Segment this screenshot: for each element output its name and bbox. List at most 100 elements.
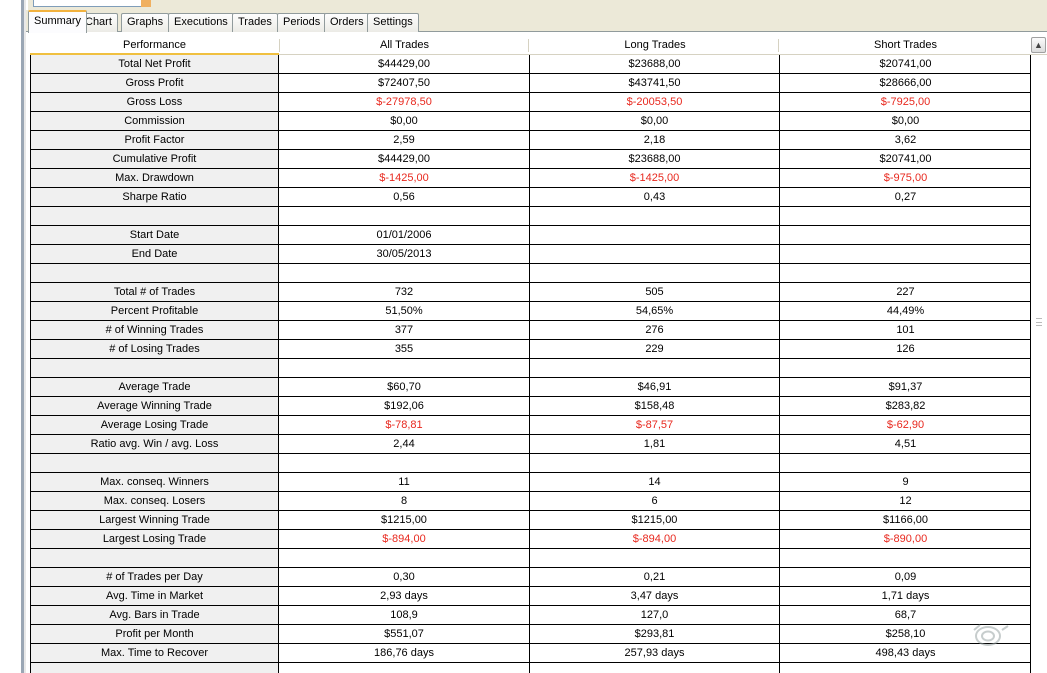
tab-orders[interactable]: Orders xyxy=(324,13,370,32)
row-label: Largest Losing Trade xyxy=(30,530,279,548)
cell-short-trades xyxy=(780,359,1031,377)
cell-short-trades: 1,71 days xyxy=(881,590,930,602)
scrollbar-grip[interactable] xyxy=(1036,318,1042,326)
row-label: End Date xyxy=(30,245,279,263)
row-label xyxy=(30,663,279,673)
top-field-button[interactable] xyxy=(141,0,151,7)
table-row[interactable]: Percent Profitable 51,50% 54,65% 44,49% xyxy=(30,302,1031,321)
table-row[interactable]: Commission $0,00 $0,00 $0,00 xyxy=(30,112,1031,131)
table-row[interactable]: Gross Loss $-27978,50 $-20053,50 $-7925,00 xyxy=(30,93,1031,112)
table-row[interactable]: Total Net Profit $44429,00 $23688,00 $20741… xyxy=(30,55,1031,74)
column-header-all-trades[interactable]: All Trades xyxy=(279,36,530,55)
cell-all-trades: 732 xyxy=(279,283,530,301)
table-row[interactable]: Avg. Bars in Trade 108,9 127,0 68,7 xyxy=(30,606,1031,625)
cell-all-trades: 2,93 days xyxy=(279,587,530,605)
table-row[interactable] xyxy=(30,264,1031,283)
cell-short-trades xyxy=(780,245,1031,263)
cell-long-trades: $0,00 xyxy=(530,112,780,130)
column-separator[interactable] xyxy=(778,39,779,52)
cell-all-trades: 377 xyxy=(279,321,530,339)
cell-short-trades: $91,37 xyxy=(888,381,923,393)
cell-short-trades xyxy=(780,454,1031,472)
performance-table: Total Net Profit $44429,00 $23688,00 $20741… xyxy=(30,55,1031,673)
table-row[interactable]: Largest Winning Trade $1215,00 $1215,00 $11… xyxy=(30,511,1031,530)
table-row[interactable]: Average Winning Trade $192,06 $158,48 $283,… xyxy=(30,397,1031,416)
table-row[interactable]: Gross Profit $72407,50 $43741,50 $28666,00 xyxy=(30,74,1031,93)
cell-short-trades: $283,82 xyxy=(885,400,926,412)
row-label: Sharpe Ratio xyxy=(30,188,279,206)
row-label: Average Trade xyxy=(30,378,279,396)
cell-all-trades: $44429,00 xyxy=(279,55,530,73)
tab-settings[interactable]: Settings xyxy=(367,13,419,32)
table-row[interactable]: # of Losing Trades 355 229 126 xyxy=(30,340,1031,359)
cell-long-trades xyxy=(530,264,780,282)
table-row[interactable]: Avg. Time in Market 2,93 days 3,47 days 1,7… xyxy=(30,587,1031,606)
table-row[interactable]: Total # of Trades 732 505 227 xyxy=(30,283,1031,302)
row-label: Total Net Profit xyxy=(30,55,279,73)
cell-long-trades: $43741,50 xyxy=(530,74,780,92)
tab-graphs[interactable]: Graphs xyxy=(121,13,170,32)
column-header-long-trades[interactable]: Long Trades xyxy=(530,36,780,55)
chevron-up-icon[interactable]: ▲ xyxy=(1031,37,1046,53)
row-label: Max. Time to Recover xyxy=(30,644,279,662)
cell-long-trades: 0,21 xyxy=(530,568,780,586)
table-row[interactable]: Profit per Month $551,07 $293,81 $258,10 xyxy=(30,625,1031,644)
tab-summary[interactable]: Summary xyxy=(28,10,88,33)
table-row[interactable] xyxy=(30,454,1031,473)
cell-all-trades: $-1425,00 xyxy=(279,169,530,187)
row-label: Gross Profit xyxy=(30,74,279,92)
cell-all-trades: 8 xyxy=(279,492,530,510)
table-row[interactable]: Cumulative Profit $44429,00 $23688,00 $2074… xyxy=(30,150,1031,169)
cell-all-trades: $-894,00 xyxy=(279,530,530,548)
cell-short-trades: $-890,00 xyxy=(883,533,928,545)
table-row[interactable]: Max. conseq. Winners 11 14 9 xyxy=(30,473,1031,492)
top-field[interactable] xyxy=(33,0,143,7)
table-row[interactable]: Average Trade $60,70 $46,91 $91,37 xyxy=(30,378,1031,397)
column-separator[interactable] xyxy=(528,39,529,52)
tab-trades[interactable]: Trades xyxy=(232,13,278,32)
cell-all-trades: $0,00 xyxy=(279,112,530,130)
cell-long-trades xyxy=(530,207,780,225)
table-row[interactable]: Largest Losing Trade $-894,00 $-894,00 $-89… xyxy=(30,530,1031,549)
table-row[interactable]: # of Winning Trades 377 276 101 xyxy=(30,321,1031,340)
table-row[interactable]: Profit Factor 2,59 2,18 3,62 xyxy=(30,131,1031,150)
table-row[interactable]: Max. conseq. Losers 8 6 12 xyxy=(30,492,1031,511)
cell-long-trades: 14 xyxy=(530,473,780,491)
cell-all-trades: 2,59 xyxy=(279,131,530,149)
row-label: Percent Profitable xyxy=(30,302,279,320)
table-row[interactable]: Max. Time to Recover 186,76 days 257,93 da… xyxy=(30,644,1031,663)
table-row[interactable]: Max. Drawdown $-1425,00 $-1425,00 $-975,00 xyxy=(30,169,1031,188)
column-header-short-trades[interactable]: Short Trades xyxy=(780,36,1031,55)
cell-short-trades: $20741,00 xyxy=(879,153,932,165)
cell-short-trades: $20741,00 xyxy=(879,58,932,70)
row-label: # of Trades per Day xyxy=(30,568,279,586)
table-row[interactable]: Ratio avg. Win / avg. Loss 2,44 1,81 4,51 xyxy=(30,435,1031,454)
table-row[interactable] xyxy=(30,549,1031,568)
cell-all-trades xyxy=(279,264,530,282)
table-row[interactable]: End Date 30/05/2013 xyxy=(30,245,1031,264)
tab-executions[interactable]: Executions xyxy=(168,13,234,32)
row-label: Profit Factor xyxy=(30,131,279,149)
cell-all-trades: 01/01/2006 xyxy=(279,226,530,244)
tab-periods[interactable]: Periods xyxy=(277,13,327,32)
cell-all-trades: 0,30 xyxy=(279,568,530,586)
row-label: Avg. Time in Market xyxy=(30,587,279,605)
tab-bar: Summary Chart Graphs Executions Trades P… xyxy=(26,10,1047,33)
table-row[interactable] xyxy=(30,207,1031,226)
cell-long-trades xyxy=(530,226,780,244)
row-label: Largest Winning Trade xyxy=(30,511,279,529)
table-row[interactable]: Average Losing Trade $-78,81 $-87,57 $-62,9… xyxy=(30,416,1031,435)
table-row[interactable]: Sharpe Ratio 0,56 0,43 0,27 xyxy=(30,188,1031,207)
cell-all-trades: $1215,00 xyxy=(279,511,530,529)
table-row[interactable]: # of Trades per Day 0,30 0,21 0,09 xyxy=(30,568,1031,587)
table-row[interactable] xyxy=(30,663,1031,673)
table-row[interactable] xyxy=(30,359,1031,378)
cell-long-trades xyxy=(530,549,780,567)
cell-all-trades: 355 xyxy=(279,340,530,358)
cell-short-trades: 227 xyxy=(896,286,915,298)
row-label xyxy=(30,454,279,472)
table-row[interactable]: Start Date 01/01/2006 xyxy=(30,226,1031,245)
column-header-performance[interactable]: Performance xyxy=(30,36,279,55)
cell-short-trades: 44,49% xyxy=(886,305,925,317)
cell-all-trades: $-78,81 xyxy=(279,416,530,434)
